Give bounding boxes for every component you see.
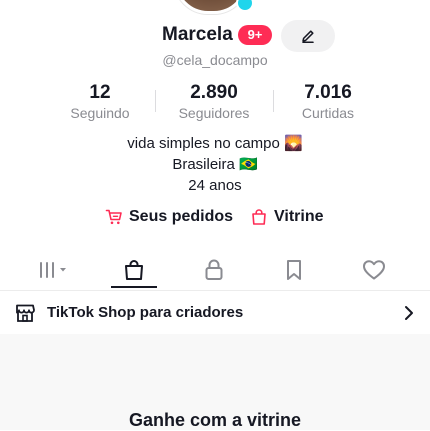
tabs-divider	[0, 290, 430, 291]
bio-line: vida simples no campo 🌄	[127, 135, 303, 152]
profile-tabs	[0, 252, 430, 292]
tiktok-shop-banner[interactable]: TikTok Shop para criadores	[0, 292, 430, 334]
stat-following-value: 12	[89, 82, 111, 103]
tab-liked[interactable]	[344, 252, 404, 288]
heart-icon	[363, 260, 385, 280]
tab-videos[interactable]	[24, 252, 84, 288]
tab-private[interactable]	[184, 252, 244, 288]
lock-icon	[205, 259, 223, 280]
bio-line: Brasileira 🇧🇷	[172, 156, 258, 173]
stat-followers-value: 2.890	[190, 82, 238, 103]
active-tab-indicator	[111, 286, 157, 288]
pencil-icon	[302, 30, 314, 43]
tab-saved[interactable]	[264, 252, 324, 288]
edit-profile-button[interactable]	[281, 20, 335, 52]
profile-name: Marcela	[162, 24, 233, 45]
grid-icon	[40, 262, 66, 278]
showcase-label: Vitrine	[274, 208, 324, 225]
profile-actions: Seus pedidos Vitrine	[0, 208, 430, 232]
tab-shop[interactable]	[104, 252, 164, 288]
bio-line: 24 anos	[188, 177, 242, 194]
store-icon	[16, 304, 35, 322]
cart-icon	[105, 209, 122, 225]
stat-following-label: Seguindo	[70, 105, 130, 121]
stat-followers-label: Seguidores	[178, 105, 250, 121]
earn-title: Ganhe com a vitrine	[128, 410, 302, 430]
bookmark-icon	[287, 260, 301, 280]
add-story-icon[interactable]	[236, 0, 254, 12]
showcase-button[interactable]: Vitrine	[250, 208, 324, 226]
stat-likes-label: Curtidas	[301, 105, 355, 121]
notification-badge[interactable]: 9+	[238, 25, 272, 45]
orders-label: Seus pedidos	[129, 208, 234, 225]
profile-header: Marcela 9+	[0, 20, 430, 52]
profile-bio: vida simples no campo 🌄 Brasileira 🇧🇷 24…	[0, 133, 430, 196]
tiktok-shop-label: TikTok Shop para criadores	[47, 304, 244, 321]
shopping-bag-icon	[125, 260, 143, 280]
avatar-container[interactable]	[174, 0, 254, 14]
stat-followers[interactable]: 2.890 Seguidores	[159, 82, 269, 121]
stat-likes[interactable]: 7.016 Curtidas	[273, 82, 383, 121]
stat-likes-value: 7.016	[304, 82, 352, 103]
shopping-bag-icon	[252, 209, 266, 225]
profile-handle: @cela_docampo	[162, 52, 268, 68]
chevron-right-icon	[405, 306, 413, 320]
stat-divider	[155, 90, 156, 112]
profile-stats: 12 Seguindo 2.890 Seguidores 7.016 Curti…	[0, 82, 430, 122]
stat-following[interactable]: 12 Seguindo	[45, 82, 155, 121]
orders-button[interactable]: Seus pedidos	[105, 208, 233, 226]
